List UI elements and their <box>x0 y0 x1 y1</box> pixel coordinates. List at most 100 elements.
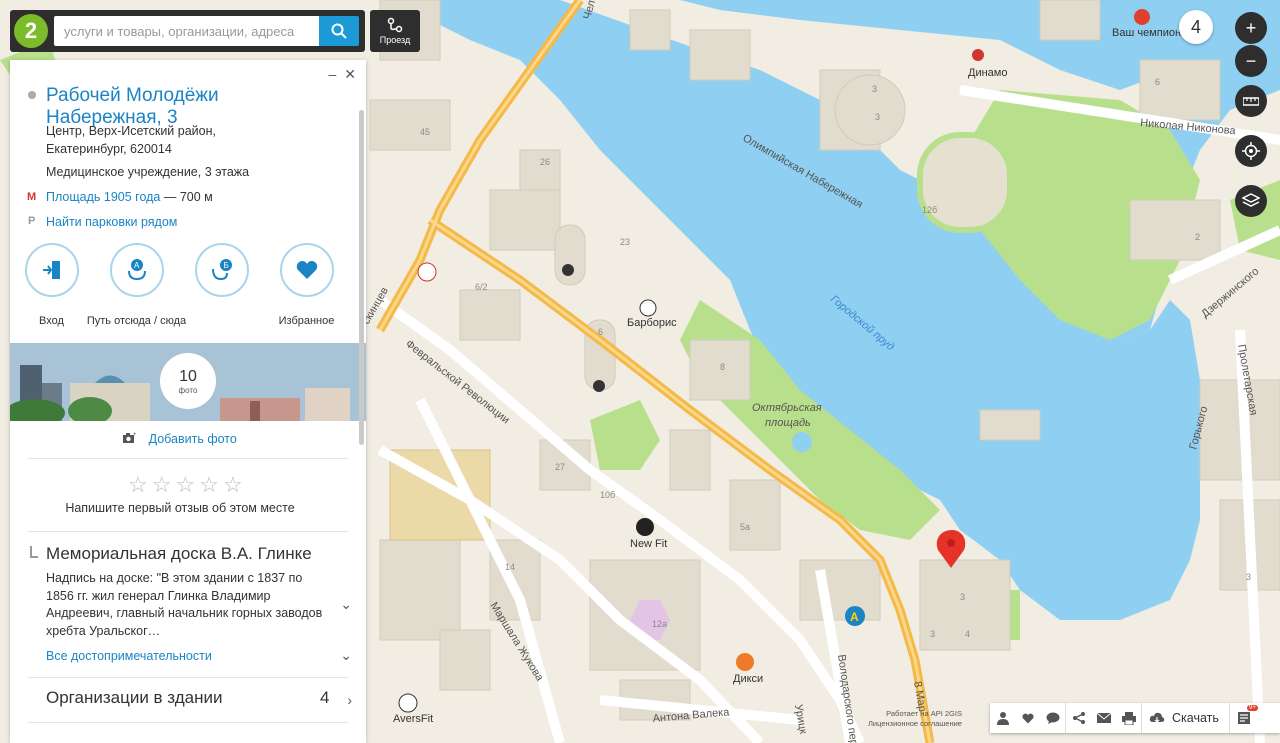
svg-text:26: 26 <box>540 157 550 167</box>
zoom-in-button[interactable]: + <box>1235 12 1267 44</box>
geolocation-button[interactable] <box>1235 135 1267 167</box>
entrance-circle[interactable] <box>24 243 79 297</box>
entrance-icon <box>42 261 60 279</box>
divider <box>28 531 348 532</box>
download-button[interactable]: Скачать <box>1172 711 1219 725</box>
map-label-oct-square-2: площадь <box>765 417 811 429</box>
svg-text:3: 3 <box>1246 572 1251 582</box>
user-button[interactable] <box>990 703 1015 733</box>
download-button-icon[interactable] <box>1146 703 1168 733</box>
2gis-logo[interactable]: 2 <box>14 14 48 48</box>
add-photo-link[interactable]: + Добавить фото <box>10 432 350 446</box>
news-icon <box>1237 712 1250 724</box>
chevron-right-icon[interactable]: › <box>347 692 352 708</box>
api-note: Работает на API 2GIS Лицензионное соглаш… <box>868 709 962 729</box>
star-icon[interactable]: ☆ <box>128 474 148 496</box>
cloud-download-icon <box>1149 712 1165 723</box>
star-icon[interactable]: ☆ <box>175 474 195 496</box>
photo-strip[interactable]: 10 фото <box>10 343 366 421</box>
map-label-dinamo: Динамо <box>968 67 1007 79</box>
metro-station-link[interactable]: Площадь 1905 года <box>46 190 160 204</box>
route-icon <box>387 17 403 33</box>
favorite-circle[interactable] <box>279 243 334 297</box>
map-label-aversfit: AversFit <box>393 713 433 725</box>
panel-controls: – ✕ <box>328 66 356 83</box>
expand-chevron-icon[interactable]: ⌄ <box>340 596 352 613</box>
parking-icon: P <box>28 215 36 227</box>
svg-text:4: 4 <box>965 629 970 639</box>
layers-icon <box>1242 193 1260 207</box>
geolocation-icon <box>1242 142 1260 160</box>
orgs-count: 4 <box>320 688 330 707</box>
ruler-button[interactable] <box>1235 85 1267 117</box>
comment-icon <box>1046 712 1059 724</box>
svg-text:45: 45 <box>420 127 430 137</box>
star-icon[interactable]: ☆ <box>199 474 219 496</box>
share-button[interactable] <box>1066 703 1091 733</box>
comments-button[interactable] <box>1040 703 1065 733</box>
svg-text:14: 14 <box>505 562 515 572</box>
camera-icon: + <box>123 432 137 443</box>
route-b-circle[interactable]: Б <box>194 243 249 297</box>
metro-icon: M <box>27 191 37 203</box>
heart-icon <box>1021 713 1034 724</box>
panel-scrollbar[interactable] <box>359 110 364 445</box>
svg-text:A: A <box>134 261 140 270</box>
entrance-label: Вход <box>39 315 64 327</box>
map-label-dixi: Дикси <box>733 673 763 685</box>
address: Центр, Верх-Исетский район, Екатеринбург… <box>46 122 326 158</box>
svg-text:12а: 12а <box>652 619 667 629</box>
rating-stars[interactable]: ☆ ☆ ☆ ☆ ☆ <box>128 474 243 496</box>
all-sights-link[interactable]: Все достопримечательности <box>46 649 212 663</box>
minimize-icon[interactable]: – <box>328 66 336 83</box>
print-button[interactable] <box>1116 703 1141 733</box>
svg-text:10б: 10б <box>600 490 615 500</box>
photo-count-label: фото <box>178 385 198 395</box>
svg-text:Б: Б <box>223 261 228 270</box>
dixi-poi-icon <box>736 653 754 671</box>
address-pin-icon <box>28 91 36 99</box>
news-badge: 9+ <box>1247 705 1258 711</box>
orgs-in-building-title[interactable]: Организации в здании <box>46 688 222 708</box>
monument-title[interactable]: Мемориальная доска В.А. Глинке <box>46 544 312 564</box>
star-icon[interactable]: ☆ <box>152 474 172 496</box>
metro-info: Площадь 1905 года — 700 м <box>46 190 213 204</box>
svg-text:27: 27 <box>555 462 565 472</box>
route-ab-circle[interactable]: A <box>109 243 164 297</box>
place-card: – ✕ Рабочей Молодёжи Набережная, 3 Центр… <box>10 60 366 743</box>
layers-button[interactable] <box>1235 185 1267 217</box>
map-label-champion: Ваш чемпион <box>1112 27 1181 39</box>
minus-icon: − <box>1245 50 1257 71</box>
svg-text:3: 3 <box>930 629 935 639</box>
favorite-button[interactable]: Избранное <box>273 243 340 327</box>
api-line-1: Работает на API 2GIS <box>886 709 962 718</box>
route-ab-button[interactable]: A Путь отсюда / сюда <box>87 243 186 327</box>
api-line-2[interactable]: Лицензионное соглашение <box>868 719 962 729</box>
divider <box>28 677 348 678</box>
search-input[interactable] <box>54 16 319 46</box>
champion-poi-icon <box>1134 9 1150 25</box>
entrance-button[interactable]: Вход <box>18 243 85 327</box>
user-icon <box>996 712 1009 725</box>
dinamo-metro-icon <box>972 49 984 61</box>
route-b-button[interactable]: Б <box>188 243 255 327</box>
route-button[interactable]: Проезд <box>370 10 420 52</box>
search-button[interactable] <box>319 16 359 46</box>
expand-sights-chevron-icon[interactable]: ⌄ <box>340 647 352 664</box>
place-type: Медицинское учреждение, 3 этажа <box>46 165 250 179</box>
news-button[interactable]: 9+ <box>1230 703 1260 733</box>
heart-icon <box>296 261 317 279</box>
ruler-icon <box>1243 97 1259 106</box>
share-icon <box>1072 712 1085 724</box>
favorites-button[interactable] <box>1015 703 1040 733</box>
svg-text:3: 3 <box>875 112 880 122</box>
route-b-icon: Б <box>211 259 232 281</box>
photo-count-badge[interactable]: 10 фото <box>160 353 216 409</box>
search-bar: 2 <box>10 10 365 52</box>
parking-link[interactable]: Найти парковки рядом <box>46 215 177 229</box>
close-icon[interactable]: ✕ <box>344 66 356 83</box>
email-button[interactable] <box>1091 703 1116 733</box>
star-icon[interactable]: ☆ <box>223 474 243 496</box>
route-ab-icon: A <box>127 259 146 281</box>
zoom-out-button[interactable]: − <box>1235 45 1267 77</box>
